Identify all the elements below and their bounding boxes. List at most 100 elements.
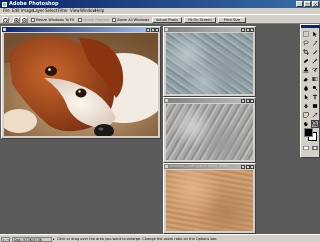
status-menu-arrow-icon[interactable]: ▸	[53, 237, 56, 241]
eyedropper-icon	[312, 112, 318, 118]
close-button[interactable]: ×	[312, 1, 319, 7]
document-icon	[165, 28, 168, 31]
zoom-tool-preset-button[interactable]	[2, 17, 9, 23]
dodge-tool-button[interactable]	[311, 84, 319, 92]
note-icon	[303, 112, 309, 118]
eyedropper-tool-button[interactable]	[311, 111, 319, 119]
menu-window[interactable]: Window	[80, 9, 96, 13]
document-window-controls[interactable]	[241, 98, 254, 104]
standard-mode-button[interactable]	[302, 144, 310, 152]
brush-icon	[312, 58, 318, 64]
notes-tool-button[interactable]	[302, 111, 310, 119]
quick-mask-icon	[312, 146, 318, 150]
hand-tool-button[interactable]	[302, 120, 310, 128]
foreground-color-swatch[interactable]	[304, 128, 313, 137]
document-window-controls[interactable]	[241, 27, 254, 33]
clone-stamp-tool-button[interactable]	[302, 66, 310, 74]
document-icon	[165, 99, 168, 102]
print-size-button[interactable]: Print Size	[218, 17, 246, 23]
document-window-texture-blue[interactable]	[163, 26, 256, 97]
document-canvas[interactable]	[166, 104, 253, 160]
document-window-dog[interactable]	[1, 26, 161, 139]
history-brush-icon	[312, 67, 318, 73]
document-window-controls[interactable]	[241, 164, 254, 170]
standard-mode-icon	[303, 146, 309, 150]
lasso-tool-button[interactable]	[302, 39, 310, 47]
ignore-palettes-checkbox[interactable]	[78, 18, 82, 22]
pen-tool-button[interactable]	[302, 102, 310, 110]
options-bar: Resize Windows To Fit Ignore Palettes Zo…	[0, 14, 320, 24]
document-titlebar[interactable]: ceramics_plate.jpg @ 100% (RGB)	[164, 164, 255, 169]
blur-drop-icon	[304, 85, 308, 91]
resize-windows-label: Resize Windows To Fit	[36, 18, 74, 22]
menu-file[interactable]: File	[3, 9, 10, 13]
photoshop-app-icon	[2, 1, 7, 7]
document-titlebar[interactable]	[164, 98, 255, 103]
toolbox-palette	[300, 24, 320, 158]
document-window-texture-tan[interactable]: ceramics_plate.jpg @ 100% (RGB)	[163, 163, 256, 234]
eraser-tool-button[interactable]	[302, 75, 310, 83]
lasso-icon	[303, 40, 309, 46]
menu-select[interactable]: Select	[45, 9, 57, 13]
actual-pixels-button[interactable]: Actual Pixels	[152, 17, 182, 23]
pen-icon	[304, 103, 308, 109]
slice-tool-button[interactable]	[311, 48, 319, 56]
maximize-button[interactable]: □	[304, 1, 311, 7]
menu-help[interactable]: Help	[95, 9, 104, 13]
zoom-out-button[interactable]	[21, 17, 28, 23]
marquee-tool-button[interactable]	[302, 30, 310, 38]
toolbox-titlebar[interactable]	[301, 25, 320, 28]
menu-edit[interactable]: Edit	[12, 9, 20, 13]
eraser-icon	[303, 77, 308, 82]
zoom-level-field[interactable]: 50%	[1, 236, 10, 242]
quick-mask-mode-button[interactable]	[311, 144, 319, 152]
document-canvas[interactable]	[166, 170, 253, 231]
hand-icon	[304, 121, 308, 127]
fit-on-screen-button[interactable]: Fit On Screen	[184, 17, 216, 23]
document-titlebar[interactable]	[164, 27, 255, 32]
document-titlebar[interactable]	[2, 27, 160, 32]
brush-tool-button[interactable]	[311, 57, 319, 65]
path-selection-tool-button[interactable]	[302, 93, 310, 101]
minimize-button[interactable]: _	[296, 1, 303, 7]
bandage-icon	[303, 59, 309, 63]
menu-layer[interactable]: Layer	[33, 9, 44, 13]
blur-tool-button[interactable]	[302, 84, 310, 92]
zoom-out-icon	[22, 18, 27, 22]
zoom-icon	[312, 121, 318, 127]
gradient-icon	[312, 77, 318, 81]
document-window-controls[interactable]	[146, 27, 159, 33]
app-title: Adobe Photoshop	[9, 1, 59, 7]
document-info: Doc: 573K/573K	[12, 236, 52, 242]
crop-tool-button[interactable]	[302, 48, 310, 56]
zoom-tool-button[interactable]	[311, 120, 319, 128]
resize-windows-checkbox[interactable]	[31, 18, 35, 22]
document-title: ceramics_plate.jpg @ 100% (RGB)	[169, 164, 230, 168]
crop-icon	[303, 49, 309, 55]
zoom-tool-icon	[3, 18, 8, 22]
menu-filter[interactable]: Filter	[58, 9, 68, 13]
app-titlebar: Adobe Photoshop _ □ ×	[0, 0, 320, 8]
document-canvas[interactable]	[4, 33, 158, 136]
document-canvas[interactable]	[166, 33, 253, 94]
zoom-in-button[interactable]	[13, 17, 20, 23]
move-icon	[313, 31, 317, 37]
gradient-tool-button[interactable]	[311, 75, 319, 83]
move-tool-button[interactable]	[311, 30, 319, 38]
document-window-texture-gray[interactable]	[163, 97, 256, 163]
status-bar: 50% Doc: 573K/573K ▸ Click or drag over …	[0, 234, 320, 242]
healing-brush-tool-button[interactable]	[302, 57, 310, 65]
type-icon	[312, 94, 318, 100]
menu-view[interactable]: View	[70, 9, 80, 13]
slice-icon	[313, 50, 318, 55]
type-tool-button[interactable]	[311, 93, 319, 101]
path-selection-icon	[304, 94, 309, 100]
shape-tool-button[interactable]	[311, 102, 319, 110]
magic-wand-icon	[312, 40, 318, 46]
zoom-all-windows-checkbox[interactable]	[112, 18, 116, 22]
history-brush-tool-button[interactable]	[311, 66, 319, 74]
rectangle-shape-icon	[312, 104, 318, 108]
stamp-icon	[303, 67, 309, 73]
magic-wand-tool-button[interactable]	[311, 39, 319, 47]
menu-image[interactable]: Image	[21, 9, 34, 13]
